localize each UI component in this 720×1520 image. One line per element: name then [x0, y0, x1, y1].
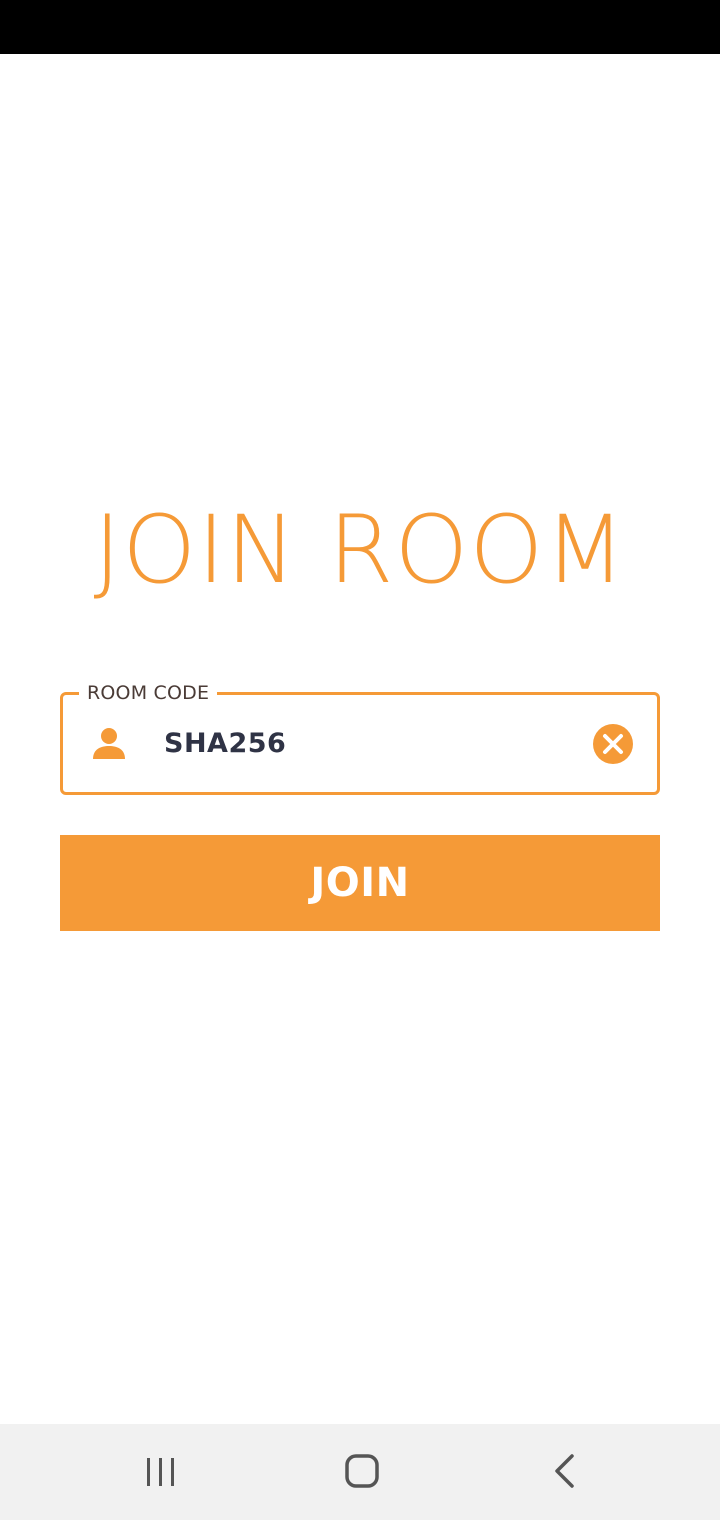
- room-code-field[interactable]: ROOM CODE: [60, 681, 660, 795]
- back-icon[interactable]: [534, 1448, 594, 1496]
- room-code-label: ROOM CODE: [79, 681, 218, 705]
- page-title: JOIN ROOM: [93, 496, 627, 605]
- join-button[interactable]: JOIN: [60, 835, 660, 931]
- home-icon[interactable]: [332, 1448, 392, 1496]
- status-bar: [0, 0, 720, 54]
- clear-circle-icon[interactable]: [592, 723, 634, 765]
- person-icon: [91, 725, 127, 761]
- room-code-input[interactable]: [164, 723, 564, 763]
- recent-apps-icon[interactable]: [131, 1448, 191, 1496]
- system-nav-bar: [0, 1424, 720, 1520]
